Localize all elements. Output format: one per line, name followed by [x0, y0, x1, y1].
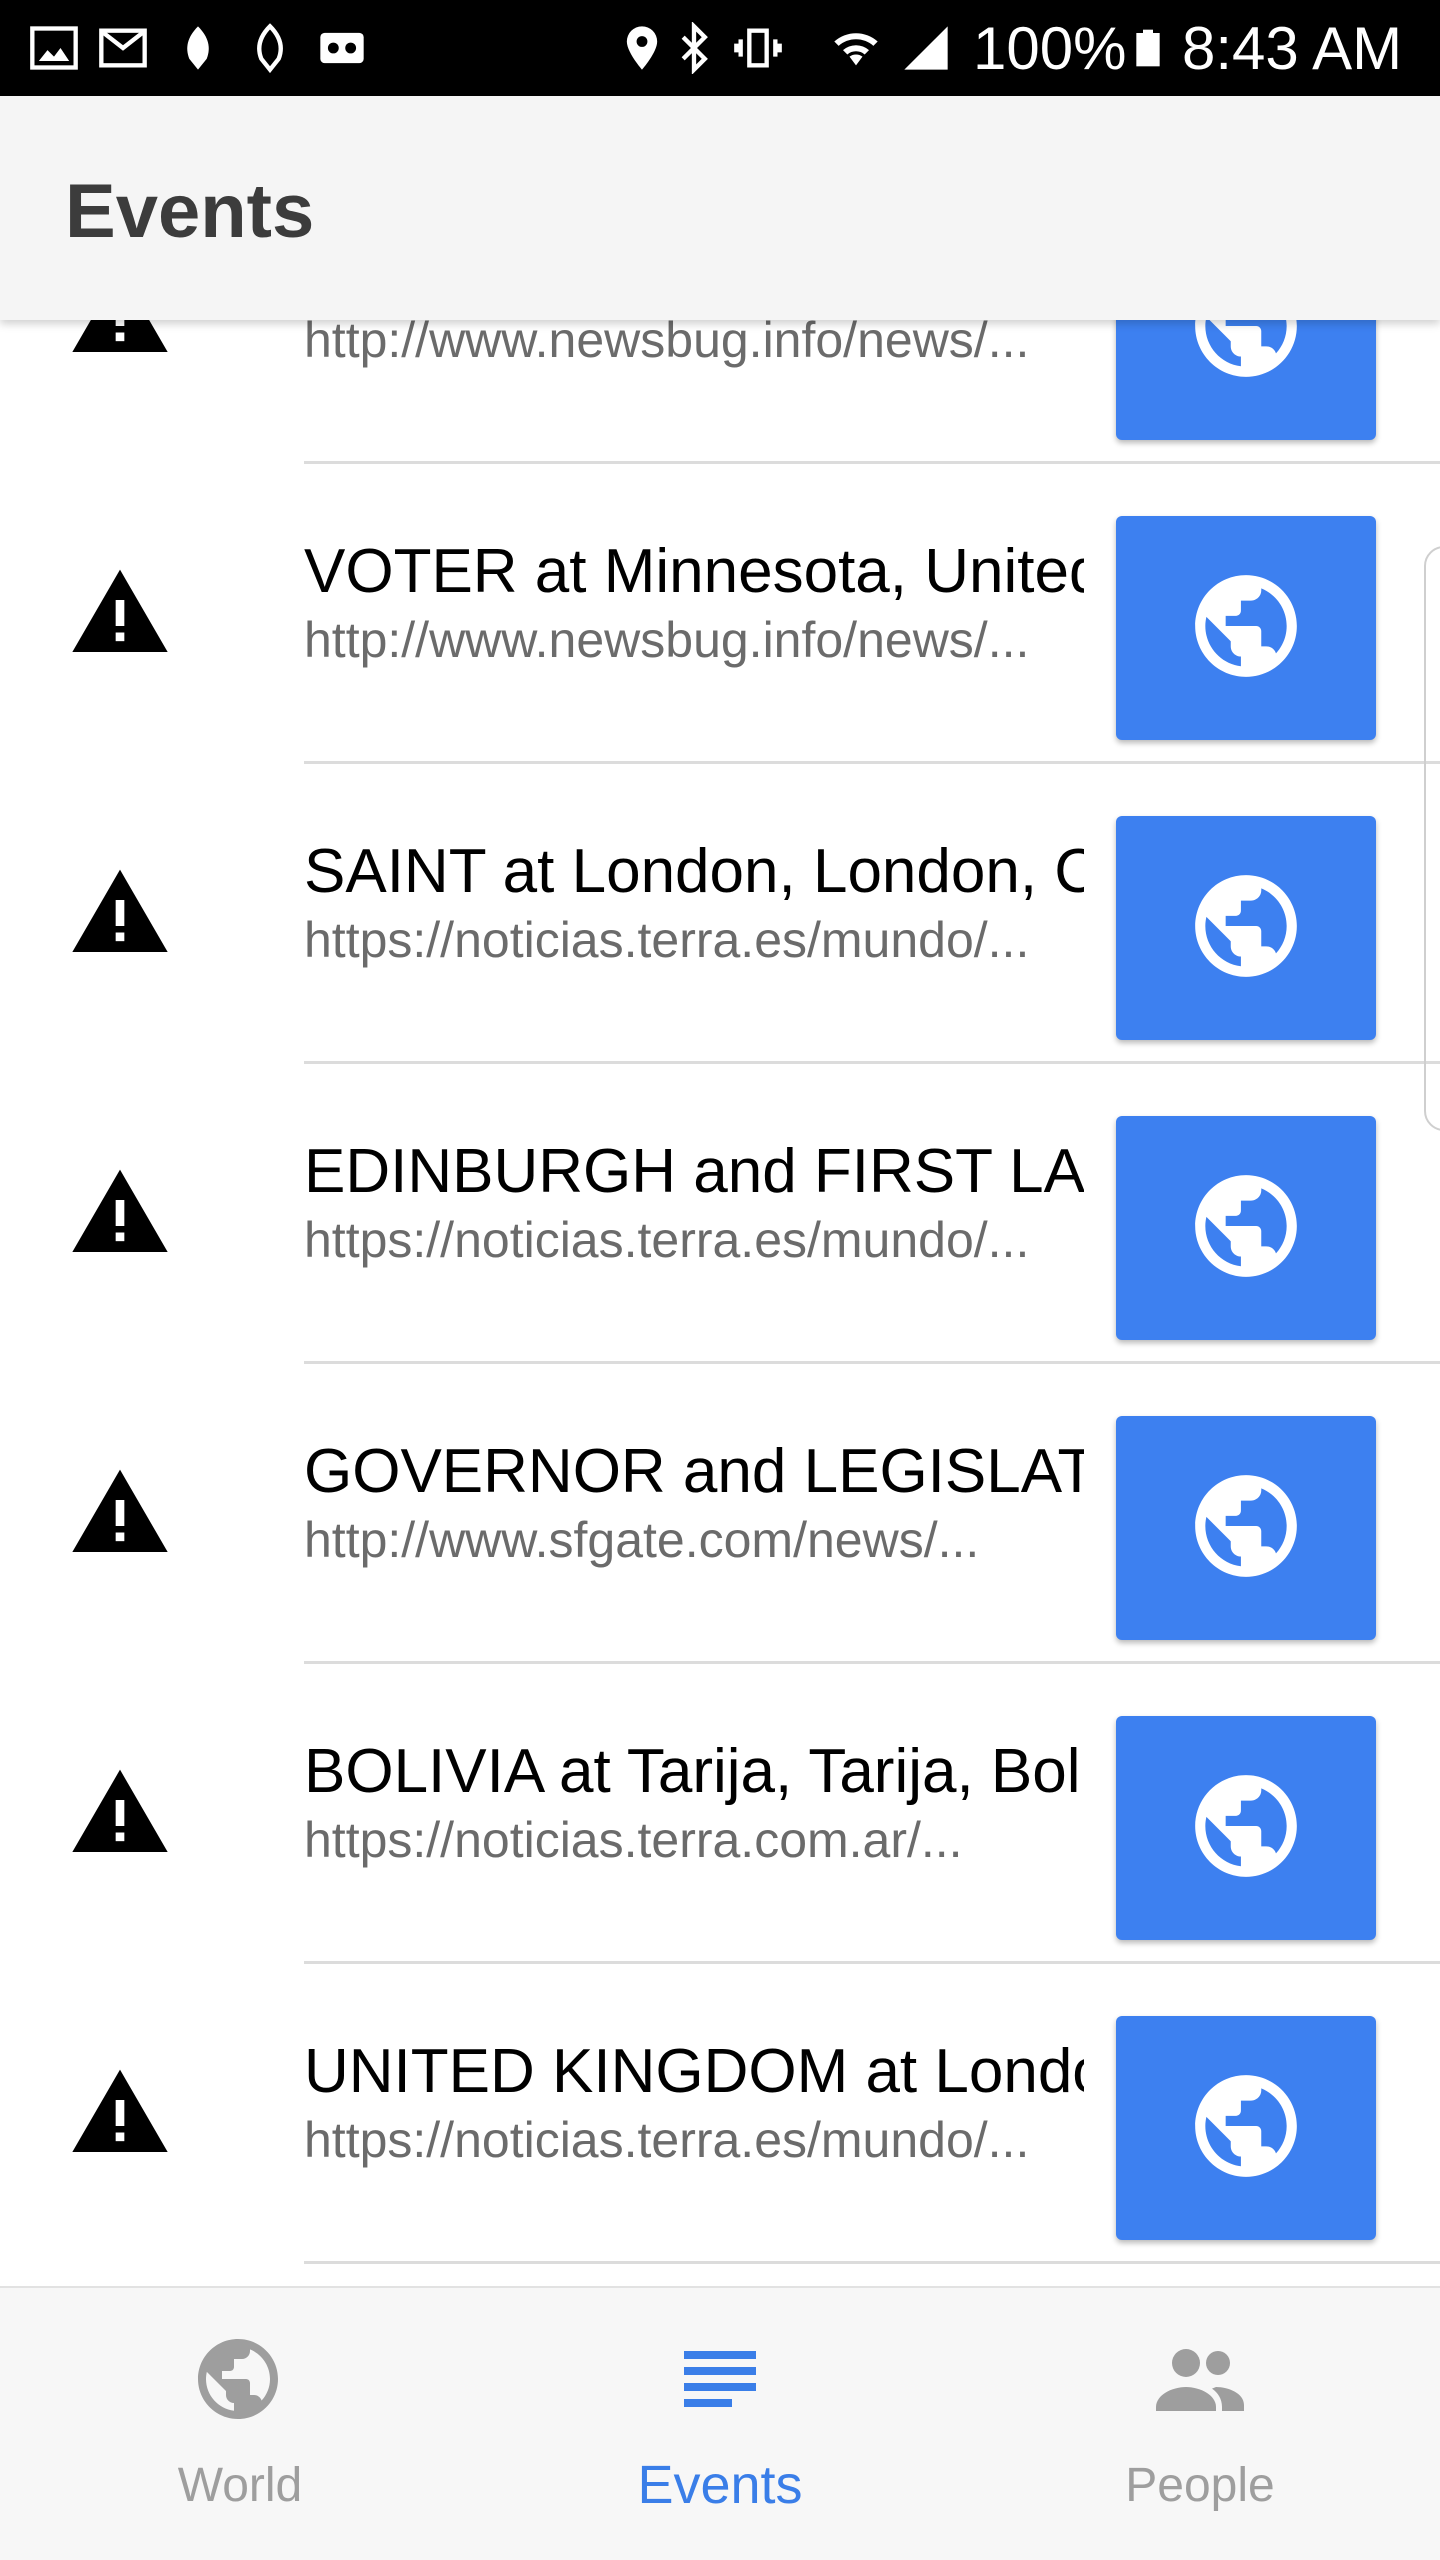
leaf-icon: [172, 22, 224, 74]
page-title: Events: [65, 169, 315, 254]
nav-label-events: Events: [637, 2455, 803, 2515]
battery-icon: [1128, 20, 1180, 72]
event-url[interactable]: http://www.newsbug.info/news/...: [304, 311, 1072, 375]
app-bar: Events: [0, 96, 1440, 320]
globe-icon: [1185, 1465, 1307, 1592]
event-title: EDINBURGH and FIRST LAD: [304, 1137, 1084, 1206]
status-time: 8:43 AM: [1182, 15, 1403, 82]
list-icon: [672, 2331, 768, 2427]
event-title: UNITED KINGDOM at Londo: [304, 2037, 1084, 2106]
warning-icon: [62, 2061, 178, 2165]
nav-item-world[interactable]: World: [0, 2288, 480, 2560]
globe-icon: [1185, 865, 1307, 992]
event-url[interactable]: https://noticias.terra.es/mundo/...: [304, 1211, 1072, 1275]
globe-icon: [1185, 1165, 1307, 1292]
wifi-icon: [828, 22, 880, 74]
event-url[interactable]: https://noticias.terra.es/mundo/...: [304, 911, 1072, 975]
bluetooth-icon: [668, 21, 720, 75]
warning-icon: [62, 1161, 178, 1265]
leaf-outline-icon: [244, 22, 296, 74]
nav-item-people[interactable]: People: [960, 2288, 1440, 2560]
mail-icon: [95, 22, 147, 74]
signal-icon: [900, 22, 952, 74]
list-item[interactable]: GOVERNOR and LEGISLATU http://www.sfgate…: [0, 1361, 1440, 1664]
event-url[interactable]: http://www.newsbug.info/news/...: [304, 611, 1072, 675]
warning-icon: [62, 1761, 178, 1865]
vibrate-icon: [730, 22, 782, 74]
warning-icon: [62, 1461, 178, 1565]
bottom-nav: World Events People: [0, 2286, 1440, 2560]
warning-icon: [62, 561, 178, 665]
list-item[interactable]: SAINT at London, London, C https://notic…: [0, 761, 1440, 1064]
list-item[interactable]: UNITED KINGDOM at Londo https://noticias…: [0, 1961, 1440, 2264]
location-icon: [616, 22, 668, 74]
scroll-handle[interactable]: [1424, 546, 1440, 1131]
battery-percent: 100%: [973, 15, 1127, 82]
open-link-button[interactable]: [1116, 816, 1376, 1040]
globe-icon: [190, 2331, 286, 2427]
open-link-button[interactable]: [1116, 516, 1376, 740]
nav-item-events[interactable]: Events: [480, 2288, 960, 2560]
open-link-button[interactable]: [1116, 2016, 1376, 2240]
open-link-button[interactable]: [1116, 1416, 1376, 1640]
nav-label-people: People: [1125, 2459, 1275, 2512]
event-title: GOVERNOR and LEGISLATU: [304, 1437, 1084, 1506]
event-title: BOLIVIA at Tarija, Tarija, Bol: [304, 1737, 1081, 1806]
event-url[interactable]: https://noticias.terra.com.ar/...: [304, 1811, 1072, 1875]
event-url[interactable]: http://www.sfgate.com/news/...: [304, 1511, 1072, 1575]
nav-label-world: World: [177, 2459, 303, 2512]
event-url[interactable]: https://noticias.terra.es/mundo/...: [304, 2111, 1072, 2175]
voicemail-icon: [314, 22, 366, 74]
globe-icon: [1185, 1765, 1307, 1892]
list-item[interactable]: BOLIVIA at Tarija, Tarija, Bol https://n…: [0, 1661, 1440, 1964]
status-bar: 100% 8:43 AM: [0, 0, 1440, 96]
globe-icon: [1185, 565, 1307, 692]
people-icon: [1152, 2331, 1248, 2427]
globe-icon: [1185, 2065, 1307, 2192]
screen: http://www.newsbug.info/news/... VOTER a…: [0, 0, 1440, 2560]
list-item[interactable]: EDINBURGH and FIRST LAD https://noticias…: [0, 1061, 1440, 1364]
open-link-button[interactable]: [1116, 1116, 1376, 1340]
divider: [304, 2261, 1440, 2264]
open-link-button[interactable]: [1116, 1716, 1376, 1940]
warning-icon: [62, 861, 178, 965]
event-title: VOTER at Minnesota, United: [304, 537, 1084, 606]
list-item[interactable]: VOTER at Minnesota, United http://www.ne…: [0, 461, 1440, 764]
gallery-icon: [28, 22, 80, 74]
event-title: SAINT at London, London, C: [304, 837, 1084, 906]
event-list[interactable]: http://www.newsbug.info/news/... VOTER a…: [0, 0, 1440, 2560]
